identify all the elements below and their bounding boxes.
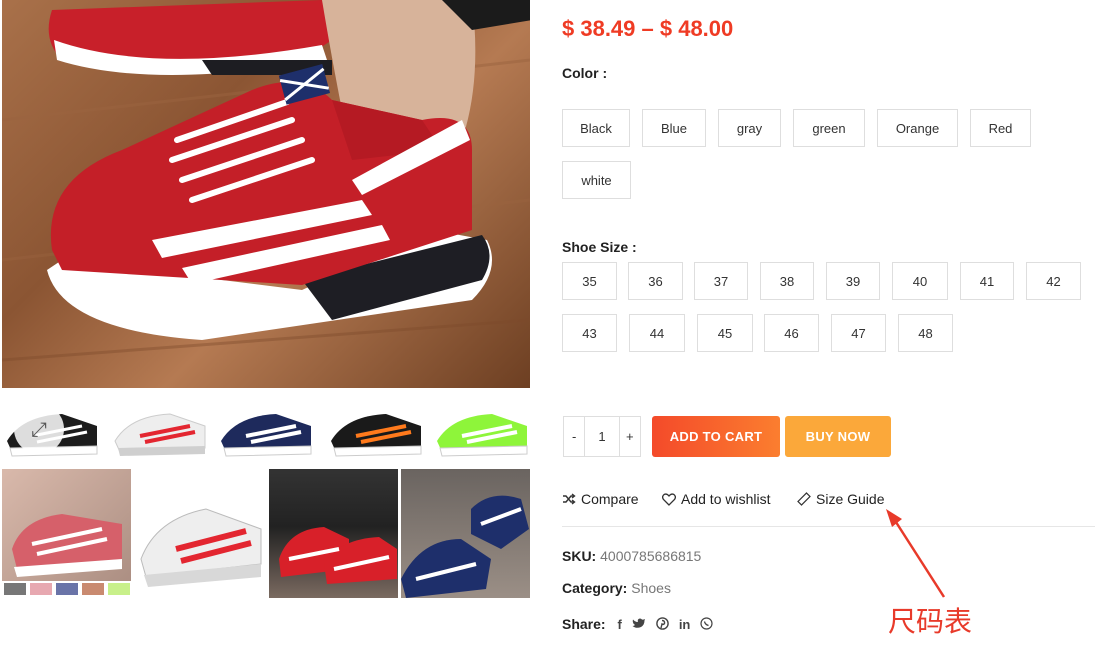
- category-link[interactable]: Shoes: [631, 580, 671, 596]
- size-option-38[interactable]: 38: [760, 262, 814, 300]
- thumbnail-green[interactable]: [432, 396, 532, 464]
- thumbnail-photo-4[interactable]: [401, 469, 530, 598]
- annotation-text: 尺码表: [888, 605, 973, 638]
- red-sneaker-image: [2, 0, 530, 362]
- quantity-decrease-button[interactable]: -: [564, 417, 586, 456]
- size-option-43[interactable]: 43: [562, 314, 617, 352]
- size-option-41[interactable]: 41: [960, 262, 1014, 300]
- sku-label: SKU:: [562, 548, 597, 564]
- quantity-input[interactable]: 1: [585, 417, 618, 456]
- twitter-icon[interactable]: [632, 617, 646, 633]
- shuffle-icon: [563, 493, 576, 505]
- size-option-46[interactable]: 46: [764, 314, 819, 352]
- size-option-47[interactable]: 47: [831, 314, 886, 352]
- navy-shoes-worn-photo-thumb: [401, 495, 529, 598]
- black-orange-sneaker-thumb: [331, 414, 422, 457]
- thumbnail-navy[interactable]: [216, 396, 316, 464]
- thumbnail-photo-1[interactable]: [2, 469, 131, 598]
- wishlist-label: Add to wishlist: [681, 491, 771, 507]
- thumbnail-black-orange[interactable]: [326, 396, 426, 464]
- quantity-stepper: - 1 +: [563, 416, 641, 457]
- color-option-blue[interactable]: Blue: [642, 109, 706, 147]
- linkedin-icon[interactable]: in: [679, 617, 691, 633]
- color-option-gray[interactable]: gray: [718, 109, 781, 147]
- add-to-cart-button[interactable]: ADD TO CART: [652, 416, 780, 457]
- size-label: Shoe Size :: [562, 239, 637, 255]
- color-label: Color :: [562, 65, 608, 81]
- product-gallery: ⤢: [0, 0, 532, 662]
- buy-now-button[interactable]: BUY NOW: [785, 416, 891, 457]
- divider: [562, 526, 1095, 527]
- red-shoe-photo-thumb: [2, 514, 131, 598]
- annotation-arrow: [886, 509, 946, 598]
- ruler-icon: [797, 492, 811, 506]
- category-row: Category: Shoes: [562, 580, 671, 596]
- facebook-icon[interactable]: f: [617, 617, 621, 633]
- navy-sneaker-thumb: [221, 414, 312, 457]
- size-option-39[interactable]: 39: [826, 262, 880, 300]
- size-option-40[interactable]: 40: [892, 262, 948, 300]
- pinterest-icon[interactable]: [656, 617, 669, 633]
- price-range: $ 38.49 – $ 48.00: [562, 16, 734, 41]
- color-option-red[interactable]: Red: [970, 109, 1031, 147]
- thumbnail-photo-3[interactable]: [269, 469, 398, 598]
- sku-row: SKU: 4000785686815: [562, 548, 701, 564]
- quantity-increase-button[interactable]: +: [618, 417, 640, 456]
- size-option-36[interactable]: 36: [628, 262, 683, 300]
- color-option-white[interactable]: white: [562, 161, 631, 199]
- color-option-black[interactable]: Black: [562, 109, 630, 147]
- size-option-44[interactable]: 44: [629, 314, 685, 352]
- color-option-green[interactable]: green: [793, 109, 865, 147]
- main-product-image[interactable]: [2, 0, 530, 388]
- share-row: Share: f in: [562, 616, 713, 633]
- size-option-37[interactable]: 37: [694, 262, 748, 300]
- thumbnail-white-red[interactable]: [110, 396, 210, 464]
- add-to-wishlist-link[interactable]: Add to wishlist: [662, 491, 770, 507]
- heart-icon: [662, 492, 676, 506]
- variant-thumbnails: [2, 396, 532, 464]
- compare-link[interactable]: Compare: [562, 491, 639, 507]
- share-label: Share:: [562, 616, 606, 632]
- white-red-sneaker-thumb: [114, 413, 206, 456]
- expand-icon[interactable]: ⤢: [14, 404, 64, 454]
- green-sneaker-thumb: [437, 414, 528, 457]
- red-shoes-worn-photo-thumb: [279, 527, 397, 584]
- size-guide-label: Size Guide: [816, 491, 885, 507]
- color-option-orange[interactable]: Orange: [877, 109, 958, 147]
- size-option-35[interactable]: 35: [562, 262, 617, 300]
- white-shoe-photo-thumb: [140, 508, 262, 587]
- size-option-48[interactable]: 48: [898, 314, 953, 352]
- size-option-45[interactable]: 45: [697, 314, 753, 352]
- sku-value: 4000785686815: [600, 548, 702, 564]
- thumbnail-photo-2[interactable]: [136, 469, 265, 598]
- size-guide-link[interactable]: Size Guide: [797, 491, 884, 507]
- category-label: Category:: [562, 580, 628, 596]
- compare-label: Compare: [581, 491, 639, 507]
- photo-thumbnails: [2, 469, 530, 599]
- size-option-42[interactable]: 42: [1026, 262, 1081, 300]
- whatsapp-icon[interactable]: [700, 617, 713, 633]
